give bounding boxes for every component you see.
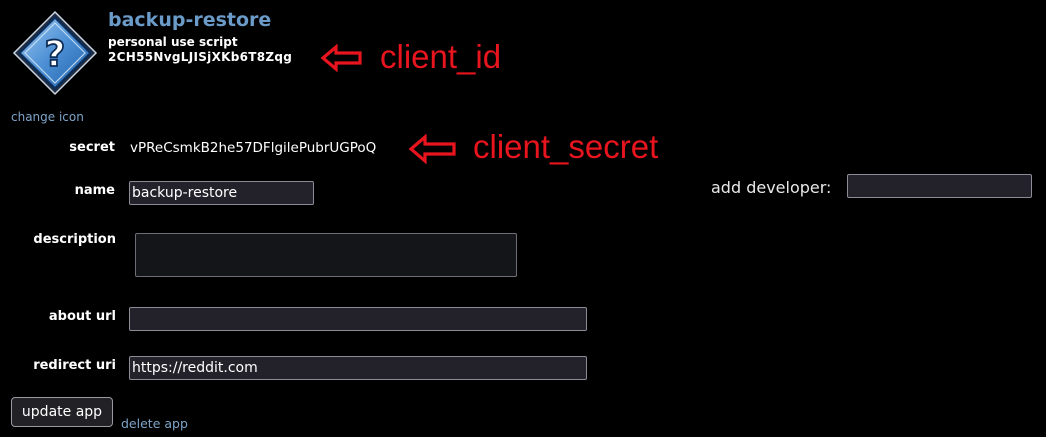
app-title: backup-restore bbox=[108, 9, 272, 31]
secret-label: secret bbox=[69, 140, 115, 155]
left-arrow-icon bbox=[408, 134, 456, 164]
add-developer-label: add developer: bbox=[711, 178, 832, 197]
description-textarea[interactable] bbox=[135, 233, 517, 277]
change-icon-link[interactable]: change icon bbox=[11, 110, 84, 124]
client-secret-annotation: client_secret bbox=[473, 128, 659, 165]
about-url-label: about url bbox=[48, 309, 116, 324]
description-label: description bbox=[33, 232, 116, 247]
delete-app-link[interactable]: delete app bbox=[121, 416, 188, 431]
svg-text:?: ? bbox=[45, 34, 66, 75]
app-type: personal use script bbox=[108, 35, 238, 49]
add-developer-input[interactable] bbox=[847, 174, 1032, 198]
secret-value: vPReCsmkB2he57DFlgilePubrUGPoQ bbox=[130, 140, 377, 156]
client-id-value: 2CH55NvgLJISjXKb6T8Zqg bbox=[108, 50, 293, 64]
question-diamond-icon: ? bbox=[12, 10, 98, 96]
redirect-uri-input[interactable] bbox=[129, 356, 587, 380]
about-url-input[interactable] bbox=[129, 307, 587, 331]
left-arrow-icon bbox=[320, 44, 362, 72]
redirect-uri-label: redirect uri bbox=[33, 358, 116, 373]
update-app-button[interactable]: update app bbox=[11, 397, 113, 427]
client-id-annotation: client_id bbox=[380, 38, 502, 75]
name-input[interactable] bbox=[129, 181, 314, 205]
name-label: name bbox=[74, 183, 115, 198]
